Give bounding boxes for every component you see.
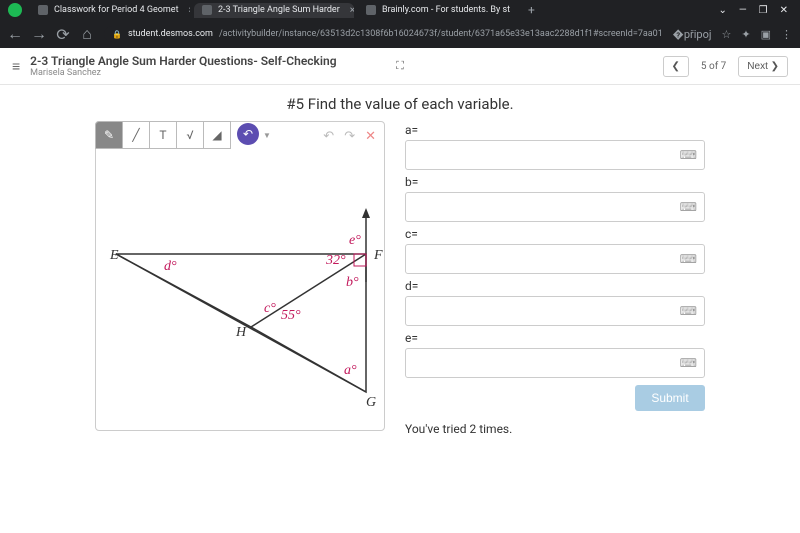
eraser-tool[interactable]: ◢ (203, 121, 231, 149)
menu-icon[interactable]: ⋮ (781, 28, 792, 41)
favicon-icon (366, 5, 376, 15)
label-d: d= (405, 279, 705, 293)
url-domain: student.desmos.com (128, 29, 213, 39)
delete-icon[interactable]: ✕ (365, 129, 376, 144)
angle-b: b° (346, 275, 359, 290)
content: #5 Find the value of each variable. ✎ ╱ … (0, 85, 800, 446)
label-a: a= (405, 123, 705, 137)
page-header: ≡ 2-3 Triangle Angle Sum Harder Question… (0, 48, 800, 85)
address-bar[interactable]: 🔒 student.desmos.com/activitybuilder/ins… (104, 26, 663, 42)
input-wrap-d: ⌨ (405, 296, 705, 326)
extension-icon[interactable]: ✦ (741, 28, 750, 41)
math-tool[interactable]: √ (176, 121, 204, 149)
url-path: /activitybuilder/instance/63513d2c1308f6… (219, 29, 663, 39)
keyboard-icon[interactable]: ⌨ (680, 304, 697, 318)
input-wrap-c: ⌨ (405, 244, 705, 274)
angle-e: e° (349, 233, 361, 248)
page-counter: 5 of 7 (695, 61, 732, 72)
input-wrap-e: ⌨ (405, 348, 705, 378)
keyboard-icon[interactable]: ⌨ (680, 148, 697, 162)
close-icon[interactable]: × (189, 5, 190, 16)
keyboard-icon[interactable]: ⌨ (680, 356, 697, 370)
lock-icon: 🔒 (112, 30, 122, 39)
spotify-icon[interactable] (8, 3, 22, 17)
title-block: 2-3 Triangle Angle Sum Harder Questions-… (30, 54, 652, 78)
drawing-toolbar: ✎ ╱ T √ ◢ ↶ ▼ (95, 121, 275, 149)
line-tool[interactable]: ╱ (122, 121, 150, 149)
favicon-icon (202, 5, 212, 15)
next-button[interactable]: Next ❯ (738, 56, 788, 77)
prev-button[interactable]: ❮ (663, 56, 689, 77)
label-e: e= (405, 331, 705, 345)
browser-chrome: Classwork for Period 4 Geomet × 2-3 Tria… (0, 0, 800, 48)
input-d[interactable] (405, 296, 705, 326)
angle-55: 55° (281, 308, 301, 323)
tab-brainly[interactable]: Brainly.com - For students. By st × (358, 3, 518, 18)
tries-text: You've tried 2 times. (405, 422, 705, 436)
text-tool[interactable]: T (149, 121, 177, 149)
vertex-F: F (373, 248, 383, 263)
angle-c: c° (264, 301, 276, 316)
vertex-G: G (366, 395, 376, 410)
redo-icon[interactable]: ↷ (344, 129, 355, 144)
back-icon[interactable]: ← (8, 24, 22, 44)
question-title: #5 Find the value of each variable. (20, 95, 780, 113)
undo-redo-group: ↶ ↷ ✕ (315, 122, 384, 150)
label-b: b= (405, 175, 705, 189)
student-name: Marisela Sanchez (30, 68, 652, 78)
vertex-H: H (235, 325, 247, 340)
tab-label: Classwork for Period 4 Geomet (54, 5, 179, 15)
pencil-tool[interactable]: ✎ (95, 121, 123, 149)
page-title: 2-3 Triangle Angle Sum Harder Questions-… (30, 54, 652, 68)
undo-icon[interactable]: ↶ (323, 129, 334, 144)
input-e[interactable] (405, 348, 705, 378)
tab-bar: Classwork for Period 4 Geomet × 2-3 Tria… (0, 0, 800, 20)
close-window-icon[interactable]: ✕ (780, 5, 788, 16)
reload-icon[interactable]: ⟳ (56, 25, 70, 44)
tab-classwork[interactable]: Classwork for Period 4 Geomet × (30, 3, 190, 18)
share-icon[interactable]: �připoj (673, 28, 712, 41)
star-icon[interactable]: ☆ (722, 28, 732, 41)
fullscreen-icon[interactable]: ⛶ (396, 59, 404, 73)
browser-actions: �připoj ☆ ✦ ▣ ⋮ (673, 28, 792, 41)
input-wrap-b: ⌨ (405, 192, 705, 222)
tab-label: 2-3 Triangle Angle Sum Harder (218, 5, 340, 15)
hamburger-icon[interactable]: ≡ (12, 58, 20, 75)
tab-label: Brainly.com - For students. By st (382, 5, 510, 15)
panel-icon[interactable]: ▣ (761, 28, 771, 41)
triangle-diagram: E F G H d° e° 32° b° c° 55° a° (96, 152, 386, 432)
window-controls: ⌄ — ❐ ✕ (718, 5, 792, 16)
input-b[interactable] (405, 192, 705, 222)
angle-32: 32° (325, 253, 346, 268)
close-icon[interactable]: × (350, 5, 354, 16)
submit-button[interactable]: Submit (635, 385, 705, 411)
address-row: ← → ⟳ ⌂ 🔒 student.desmos.com/activitybui… (0, 20, 800, 48)
input-wrap-a: ⌨ (405, 140, 705, 170)
new-tab-button[interactable]: + (522, 3, 541, 17)
angle-d: d° (164, 259, 177, 274)
keyboard-icon[interactable]: ⌨ (680, 252, 697, 266)
tab-desmos[interactable]: 2-3 Triangle Angle Sum Harder × (194, 3, 354, 18)
keyboard-icon[interactable]: ⌨ (680, 200, 697, 214)
input-c[interactable] (405, 244, 705, 274)
angle-a: a° (344, 363, 357, 378)
main-row: ✎ ╱ T √ ◢ ↶ ▼ ↶ ↷ ✕ E F (20, 121, 780, 436)
vertex-E: E (109, 248, 119, 263)
home-icon[interactable]: ⌂ (80, 24, 94, 44)
color-dropdown-icon[interactable]: ▼ (259, 131, 275, 140)
color-picker[interactable]: ↶ (237, 123, 259, 145)
answers-panel: a= ⌨ b= ⌨ c= ⌨ d= ⌨ e= ⌨ (405, 121, 705, 436)
maximize-icon[interactable]: ❐ (759, 5, 768, 16)
header-nav: ❮ 5 of 7 Next ❯ (663, 56, 789, 77)
forward-icon[interactable]: → (32, 24, 46, 44)
favicon-icon (38, 5, 48, 15)
chevron-down-icon[interactable]: ⌄ (718, 5, 726, 16)
drawing-canvas[interactable]: ✎ ╱ T √ ◢ ↶ ▼ ↶ ↷ ✕ E F (95, 121, 385, 431)
label-c: c= (405, 227, 705, 241)
input-a[interactable] (405, 140, 705, 170)
minimize-icon[interactable]: — (739, 5, 747, 16)
